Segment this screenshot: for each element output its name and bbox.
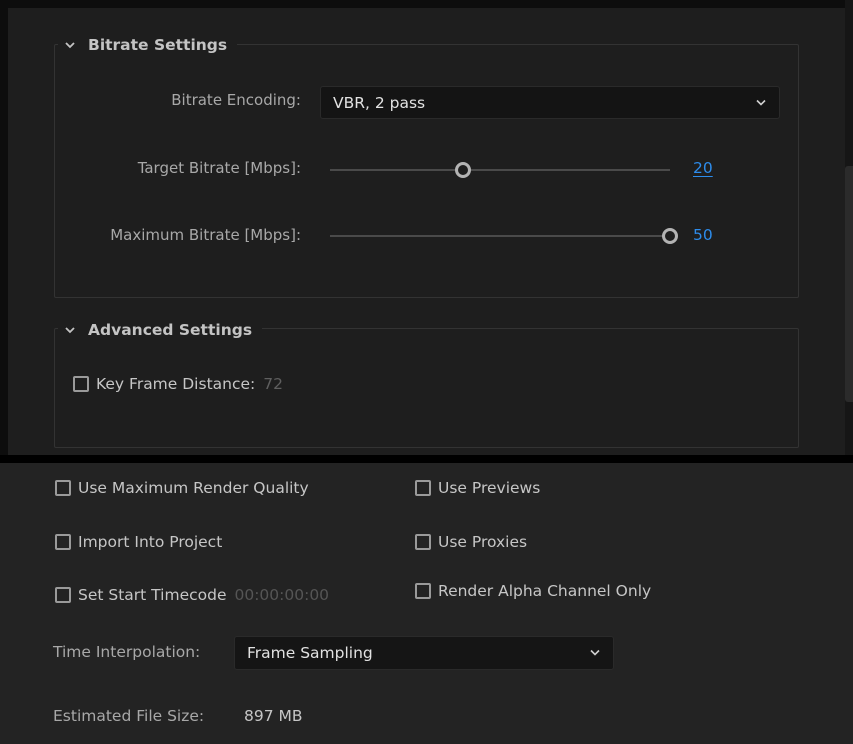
chevron-down-icon[interactable] (64, 324, 76, 336)
advanced-settings-header[interactable]: Advanced Settings (58, 318, 263, 342)
start-timecode-value: 00:00:00:00 (234, 586, 330, 604)
estimated-file-size-value: 897 MB (244, 707, 303, 725)
checkbox-icon[interactable] (55, 480, 71, 496)
checkbox-icon[interactable] (415, 534, 431, 550)
scrollbar[interactable] (845, 0, 853, 455)
maximum-bitrate-slider[interactable] (330, 226, 678, 246)
bitrate-encoding-label: Bitrate Encoding: (171, 91, 301, 109)
bitrate-settings-title: Bitrate Settings (88, 36, 228, 54)
estimated-file-size-label: Estimated File Size: (53, 707, 205, 725)
maximum-bitrate-label: Maximum Bitrate [Mbps]: (110, 226, 301, 244)
use-max-render-quality-option[interactable]: Use Maximum Render Quality (55, 479, 309, 497)
set-start-timecode-option[interactable]: Set Start Timecode 00:00:00:00 (55, 586, 329, 604)
use-max-render-quality-label: Use Maximum Render Quality (78, 479, 309, 497)
key-frame-distance-option[interactable]: Key Frame Distance: 72 (73, 375, 283, 393)
checkbox-icon[interactable] (415, 480, 431, 496)
use-proxies-label: Use Proxies (438, 533, 528, 551)
dropdown-arrow-icon (756, 99, 766, 106)
time-interpolation-label: Time Interpolation: (53, 643, 201, 661)
panel-edge-top (0, 0, 853, 8)
checkbox-icon[interactable] (73, 376, 89, 392)
scrollbar-thumb[interactable] (845, 166, 853, 402)
export-settings-panel: Bitrate Settings Bitrate Encoding: VBR, … (0, 0, 853, 455)
key-frame-distance-label: Key Frame Distance: (96, 375, 256, 393)
chevron-down-icon[interactable] (64, 39, 76, 51)
panel-edge-left (0, 0, 8, 455)
use-previews-label: Use Previews (438, 479, 541, 497)
import-into-project-label: Import Into Project (78, 533, 223, 551)
use-previews-option[interactable]: Use Previews (415, 479, 540, 497)
target-bitrate-slider-handle[interactable] (454, 162, 471, 178)
advanced-settings-title: Advanced Settings (88, 321, 253, 339)
render-alpha-only-option[interactable]: Render Alpha Channel Only (415, 582, 651, 600)
target-bitrate-value[interactable]: 20 (693, 159, 713, 177)
time-interpolation-value: Frame Sampling (247, 644, 373, 662)
checkbox-icon[interactable] (55, 587, 71, 603)
set-start-timecode-label: Set Start Timecode (78, 586, 227, 604)
time-interpolation-dropdown[interactable]: Frame Sampling (234, 636, 614, 670)
checkbox-icon[interactable] (55, 534, 71, 550)
import-into-project-option[interactable]: Import Into Project (55, 533, 222, 551)
maximum-bitrate-slider-handle[interactable] (662, 228, 678, 244)
bitrate-settings-header[interactable]: Bitrate Settings (58, 33, 238, 57)
dropdown-arrow-icon (590, 649, 600, 656)
slider-track (330, 235, 670, 237)
target-bitrate-slider[interactable] (330, 160, 670, 180)
render-alpha-only-label: Render Alpha Channel Only (438, 582, 652, 600)
slider-track (330, 169, 670, 171)
panel-divider (0, 455, 853, 463)
target-bitrate-label: Target Bitrate [Mbps]: (137, 159, 301, 177)
bitrate-encoding-value: VBR, 2 pass (333, 93, 426, 112)
key-frame-distance-value: 72 (263, 375, 283, 393)
maximum-bitrate-value[interactable]: 50 (693, 226, 713, 244)
render-options-panel: Use Maximum Render Quality Use Previews … (0, 463, 853, 744)
bitrate-encoding-dropdown[interactable]: VBR, 2 pass (320, 86, 780, 119)
checkbox-icon[interactable] (415, 583, 431, 599)
use-proxies-option[interactable]: Use Proxies (415, 533, 527, 551)
